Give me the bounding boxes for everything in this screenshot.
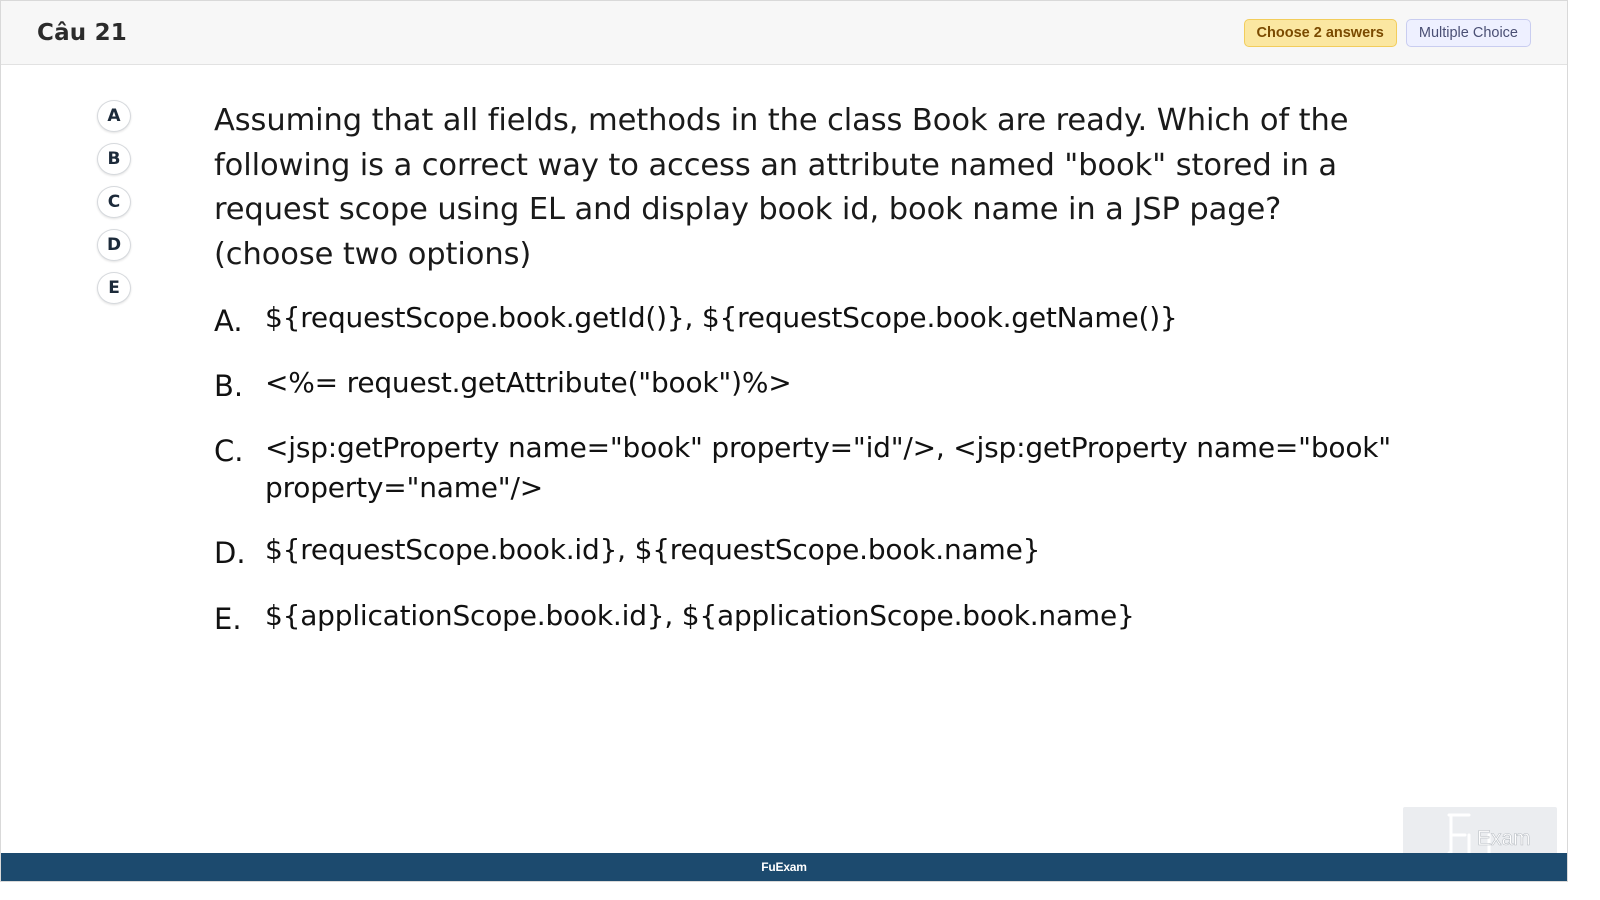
- option-letter: A.: [214, 304, 243, 338]
- question-text: Assuming that all fields, methods in the…: [214, 103, 1349, 272]
- answer-button-c[interactable]: C: [97, 186, 131, 218]
- option-text: <jsp:getProperty name="book" property="i…: [265, 431, 1391, 504]
- option-b: B. <%= request.getAttribute("book")%>: [214, 363, 792, 406]
- option-c: C. <jsp:getProperty name="book" property…: [214, 428, 1414, 508]
- option-letter: D.: [214, 536, 246, 570]
- footer-brand: FuExam: [761, 860, 807, 874]
- footer-bar: FuExam: [1, 853, 1567, 881]
- option-e: E. ${applicationScope.book.id}, ${applic…: [214, 596, 1135, 639]
- option-text: <%= request.getAttribute("book")%>: [265, 366, 792, 399]
- option-text: ${applicationScope.book.id}, ${applicati…: [265, 599, 1135, 632]
- question-header: Câu 21 Choose 2 answers Multiple Choice: [1, 1, 1567, 65]
- option-a: A. ${requestScope.book.getId()}, ${reque…: [214, 298, 1178, 341]
- option-letter: B.: [214, 369, 244, 403]
- answer-button-a[interactable]: A: [97, 100, 131, 132]
- answer-selector: A B C D E: [97, 100, 131, 304]
- question-badges: Choose 2 answers Multiple Choice: [1243, 19, 1531, 47]
- answer-button-e[interactable]: E: [97, 272, 131, 304]
- question-number: Câu 21: [37, 20, 127, 46]
- option-text: ${requestScope.book.getId()}, ${requestS…: [265, 301, 1178, 334]
- answer-button-b[interactable]: B: [97, 143, 131, 175]
- option-text: ${requestScope.book.id}, ${requestScope.…: [265, 533, 1041, 566]
- answer-button-d[interactable]: D: [97, 229, 131, 261]
- question-type-badge: Multiple Choice: [1405, 19, 1531, 47]
- svg-text:Exam: Exam: [1477, 827, 1531, 850]
- choose-count-badge: Choose 2 answers: [1243, 19, 1397, 47]
- question-card: Câu 21 Choose 2 answers Multiple Choice …: [0, 0, 1568, 882]
- option-letter: C.: [214, 434, 244, 468]
- option-d: D. ${requestScope.book.id}, ${requestSco…: [214, 530, 1040, 573]
- option-letter: E.: [214, 602, 242, 636]
